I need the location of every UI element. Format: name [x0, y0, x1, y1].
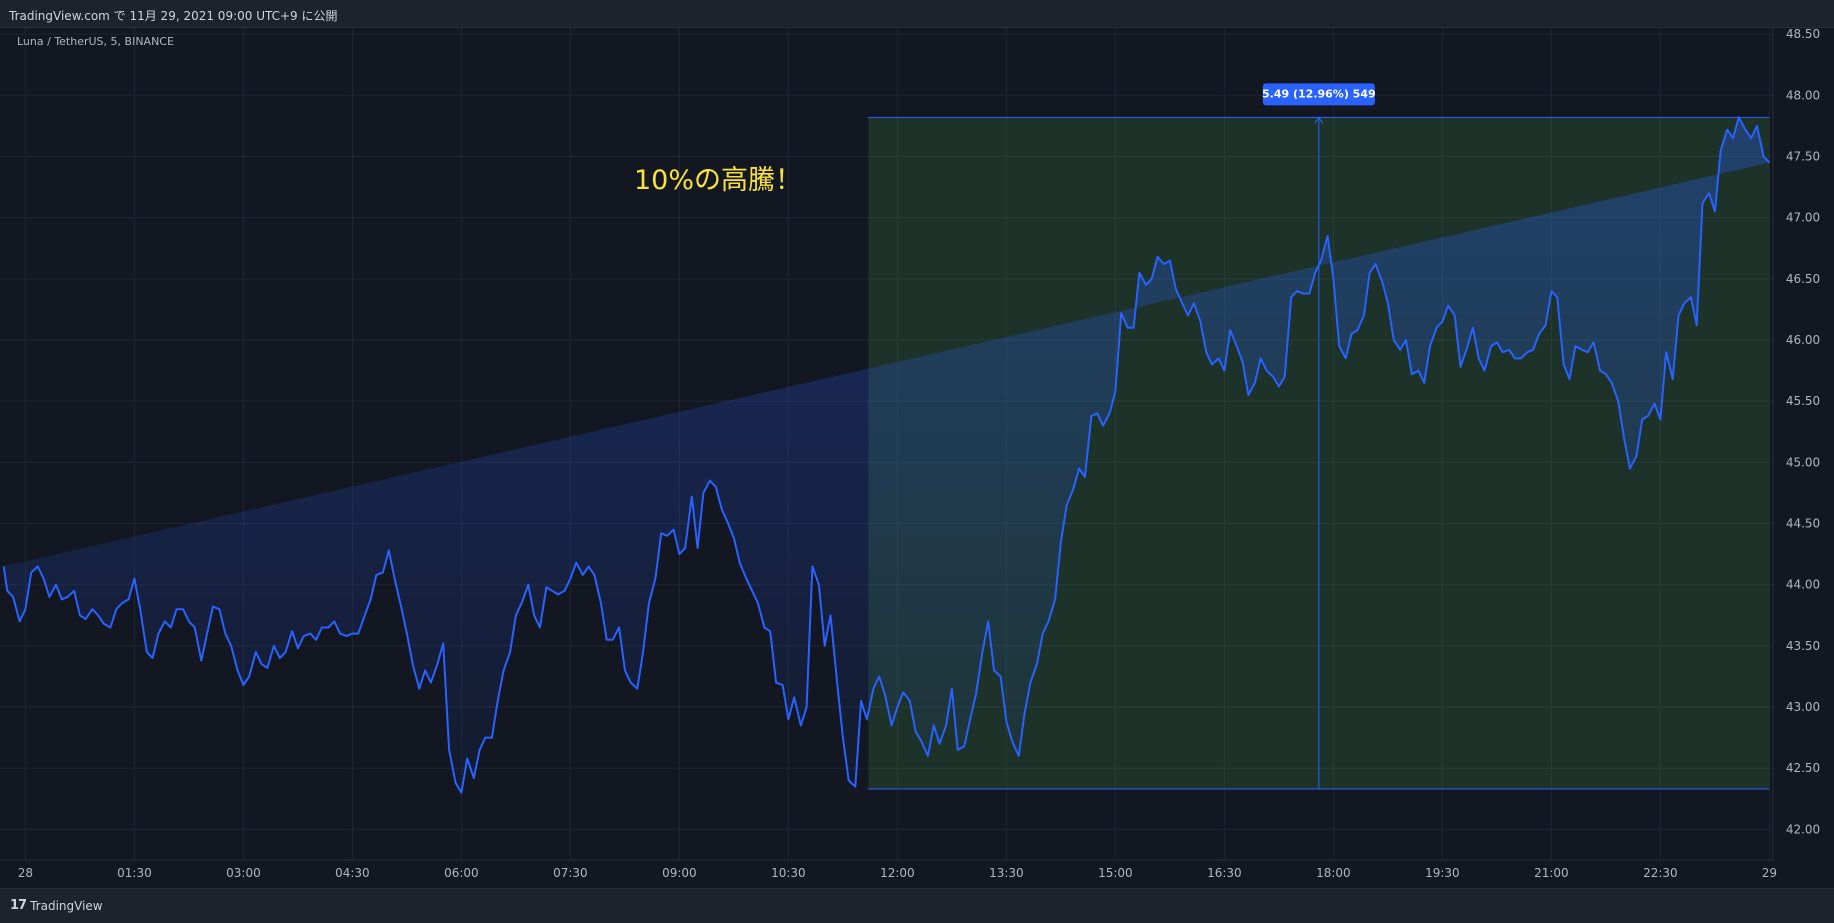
- brand-name: TradingView: [30, 898, 103, 913]
- y-tick-label: 48.00: [1786, 88, 1820, 102]
- time-axis[interactable]: 28 01:30 03:00 04:30 06:00 07:30 09:00 10:30 12:…: [0, 859, 1777, 880]
- tv-logo-icon: 17: [10, 898, 27, 913]
- y-tick-label: 42.00: [1786, 822, 1820, 836]
- symbol-title: Luna / TetherUS, 5, BINANCE: [17, 35, 174, 48]
- y-tick-label: 45.00: [1786, 455, 1820, 469]
- y-tick-label: 43.50: [1786, 639, 1820, 653]
- x-tick-label: 13:30: [989, 866, 1024, 880]
- x-tick-label: 04:30: [335, 866, 370, 880]
- price-axis[interactable]: 42.00 42.50 43.00 43.50 44.00 44.50 45.00 45.50…: [1772, 27, 1834, 860]
- x-tick-label: 18:00: [1316, 866, 1351, 880]
- x-tick-label: 06:00: [444, 866, 479, 880]
- y-tick-label: 43.00: [1786, 700, 1820, 714]
- range-label-text: 5.49 (12.96%) 549: [1262, 87, 1376, 100]
- y-tick-label: 46.50: [1786, 272, 1820, 286]
- annotation-text[interactable]: 10%の高騰！: [634, 165, 802, 196]
- x-tick-label: 03:00: [226, 866, 261, 880]
- x-tick-label: 10:30: [771, 866, 806, 880]
- y-tick-label: 48.50: [1786, 27, 1820, 41]
- y-tick-label: 47.00: [1786, 211, 1820, 225]
- x-tick-label: 12:00: [880, 866, 915, 880]
- y-tick-label: 42.50: [1786, 761, 1820, 775]
- footer-bar: 17 TradingView: [0, 888, 1834, 923]
- x-tick-label: 15:00: [1098, 866, 1133, 880]
- y-tick-label: 44.00: [1786, 578, 1820, 592]
- range-label: 5.49 (12.96%) 549: [1262, 83, 1376, 106]
- x-tick-label: 22:30: [1643, 866, 1678, 880]
- x-tick-label: 07:30: [553, 866, 588, 880]
- x-tick-label: 01:30: [117, 866, 152, 880]
- y-tick-label: 46.00: [1786, 333, 1820, 347]
- tradingview-logo[interactable]: 17 TradingView: [10, 898, 103, 913]
- y-tick-label: 47.50: [1786, 149, 1820, 163]
- y-tick-label: 45.50: [1786, 394, 1820, 408]
- x-tick-label: 16:30: [1207, 866, 1242, 880]
- x-tick-label: 29: [1762, 866, 1777, 880]
- x-tick-label: 19:30: [1425, 866, 1460, 880]
- x-tick-label: 09:00: [662, 866, 697, 880]
- x-tick-label: 28: [18, 866, 33, 880]
- price-chart[interactable]: 5.49 (12.96%) 549 Luna / TetherUS, 5, BI…: [0, 0, 1834, 922]
- y-tick-label: 44.50: [1786, 517, 1820, 531]
- x-tick-label: 21:00: [1534, 866, 1569, 880]
